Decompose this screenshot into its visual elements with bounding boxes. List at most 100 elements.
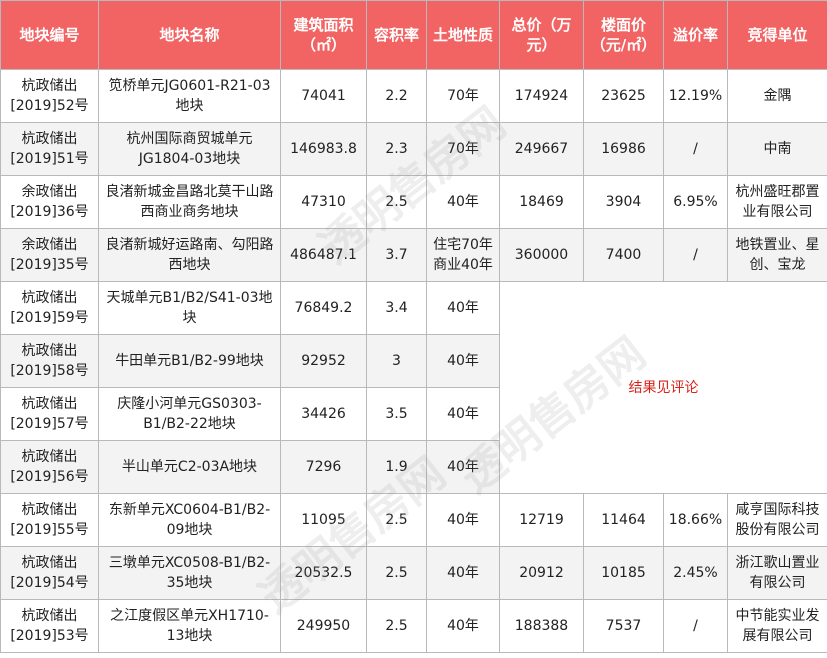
cell-total: 188388: [499, 599, 584, 653]
cell-id: 杭政储出[2019]57号: [0, 387, 99, 441]
cell-id: 杭政储出[2019]56号: [0, 440, 99, 494]
table-row: 杭政储出[2019]53号 之江度假区单元XH1710-13地块 249950 …: [0, 599, 827, 653]
cell-far: 2.3: [366, 122, 427, 176]
cell-nature: 70年: [426, 122, 500, 176]
cell-nature: 40年: [426, 546, 500, 600]
table-row: 余政储出[2019]36号 良渚新城金昌路北莫干山路西商业商务地块 47310 …: [0, 175, 827, 229]
cell-area: 146983.8: [280, 122, 367, 176]
cell-nature: 40年: [426, 281, 500, 335]
cell-id: 余政储出[2019]36号: [0, 175, 99, 229]
header-total: 总价（万元）: [499, 0, 584, 70]
cell-id: 杭政储出[2019]52号: [0, 69, 99, 123]
cell-id: 杭政储出[2019]51号: [0, 122, 99, 176]
cell-winner: 杭州盛旺郡置业有限公司: [727, 175, 827, 229]
cell-area: 34426: [280, 387, 367, 441]
cell-far: 2.5: [366, 175, 427, 229]
cell-name: 庆隆小河单元GS0303-B1/B2-22地块: [98, 387, 281, 441]
cell-winner: 中南: [727, 122, 827, 176]
cell-nature: 40年: [426, 334, 500, 388]
header-name: 地块名称: [98, 0, 281, 70]
table-row: 余政储出[2019]35号 良渚新城好运路南、勾阳路西地块 486487.1 3…: [0, 228, 827, 282]
cell-name: 良渚新城金昌路北莫干山路西商业商务地块: [98, 175, 281, 229]
header-far: 容积率: [366, 0, 427, 70]
cell-far: 2.2: [366, 69, 427, 123]
cell-premium: /: [663, 228, 728, 282]
cell-far: 2.5: [366, 599, 427, 653]
cell-area: 20532.5: [280, 546, 367, 600]
cell-area: 76849.2: [280, 281, 367, 335]
cell-winner: 浙江歌山置业有限公司: [727, 546, 827, 600]
cell-floor-price: 16986: [583, 122, 664, 176]
header-floor-price: 楼面价（元/㎡）: [583, 0, 664, 70]
table-header-row: 地块编号 地块名称 建筑面积（㎡） 容积率 土地性质 总价（万元） 楼面价（元/…: [0, 0, 827, 70]
cell-id: 杭政储出[2019]53号: [0, 599, 99, 653]
cell-premium: 12.19%: [663, 69, 728, 123]
cell-id: 杭政储出[2019]54号: [0, 546, 99, 600]
cell-far: 3.4: [366, 281, 427, 335]
cell-area: 7296: [280, 440, 367, 494]
cell-far: 3.5: [366, 387, 427, 441]
results-note-cell: 结果见评论: [499, 281, 827, 494]
cell-total: 174924: [499, 69, 584, 123]
cell-name: 之江度假区单元XH1710-13地块: [98, 599, 281, 653]
cell-name: 笕桥单元JG0601-R21-03地块: [98, 69, 281, 123]
cell-area: 92952: [280, 334, 367, 388]
cell-nature: 40年: [426, 175, 500, 229]
cell-id: 杭政储出[2019]59号: [0, 281, 99, 335]
cell-far: 2.5: [366, 493, 427, 547]
cell-far: 1.9: [366, 440, 427, 494]
table-row: 杭政储出[2019]54号 三墩单元XC0508-B1/B2-35地块 2053…: [0, 546, 827, 600]
cell-nature: 住宅70年商业40年: [426, 228, 500, 282]
cell-floor-price: 3904: [583, 175, 664, 229]
header-premium: 溢价率: [663, 0, 728, 70]
cell-premium: 18.66%: [663, 493, 728, 547]
cell-area: 486487.1: [280, 228, 367, 282]
cell-floor-price: 10185: [583, 546, 664, 600]
cell-winner: 咸亨国际科技股份有限公司: [727, 493, 827, 547]
cell-nature: 40年: [426, 599, 500, 653]
cell-winner: 中节能实业发展有限公司: [727, 599, 827, 653]
cell-floor-price: 11464: [583, 493, 664, 547]
cell-total: 12719: [499, 493, 584, 547]
cell-far: 2.5: [366, 546, 427, 600]
cell-winner: 金隅: [727, 69, 827, 123]
cell-name: 东新单元XC0604-B1/B2-09地块: [98, 493, 281, 547]
header-id: 地块编号: [0, 0, 99, 70]
cell-floor-price: 7537: [583, 599, 664, 653]
cell-far: 3: [366, 334, 427, 388]
table-row: 杭政储出[2019]51号 杭州国际商贸城单元JG1804-03地块 14698…: [0, 122, 827, 176]
cell-total: 249667: [499, 122, 584, 176]
cell-premium: /: [663, 122, 728, 176]
header-winner: 竞得单位: [727, 0, 827, 70]
table-row: 杭政储出[2019]55号 东新单元XC0604-B1/B2-09地块 1109…: [0, 493, 827, 547]
cell-name: 牛田单元B1/B2-99地块: [98, 334, 281, 388]
cell-area: 11095: [280, 493, 367, 547]
land-auction-table: 地块编号 地块名称 建筑面积（㎡） 容积率 土地性质 总价（万元） 楼面价（元/…: [0, 0, 827, 653]
cell-winner: 地铁置业、星创、宝龙: [727, 228, 827, 282]
table-row: 杭政储出[2019]52号 笕桥单元JG0601-R21-03地块 74041 …: [0, 69, 827, 123]
cell-id: 杭政储出[2019]58号: [0, 334, 99, 388]
cell-nature: 40年: [426, 493, 500, 547]
cell-nature: 70年: [426, 69, 500, 123]
table-row: 杭政储出[2019]59号 天城单元B1/B2/S41-03地块 76849.2…: [0, 281, 827, 494]
header-area: 建筑面积（㎡）: [280, 0, 367, 70]
cell-premium: 6.95%: [663, 175, 728, 229]
cell-far: 3.7: [366, 228, 427, 282]
cell-id: 余政储出[2019]35号: [0, 228, 99, 282]
cell-name: 天城单元B1/B2/S41-03地块: [98, 281, 281, 335]
cell-nature: 40年: [426, 387, 500, 441]
cell-name: 杭州国际商贸城单元JG1804-03地块: [98, 122, 281, 176]
cell-name: 三墩单元XC0508-B1/B2-35地块: [98, 546, 281, 600]
cell-total: 20912: [499, 546, 584, 600]
cell-premium: /: [663, 599, 728, 653]
header-nature: 土地性质: [426, 0, 500, 70]
cell-total: 360000: [499, 228, 584, 282]
cell-area: 74041: [280, 69, 367, 123]
cell-name: 半山单元C2-03A地块: [98, 440, 281, 494]
cell-total: 18469: [499, 175, 584, 229]
cell-area: 47310: [280, 175, 367, 229]
cell-floor-price: 7400: [583, 228, 664, 282]
cell-id: 杭政储出[2019]55号: [0, 493, 99, 547]
cell-floor-price: 23625: [583, 69, 664, 123]
cell-premium: 2.45%: [663, 546, 728, 600]
